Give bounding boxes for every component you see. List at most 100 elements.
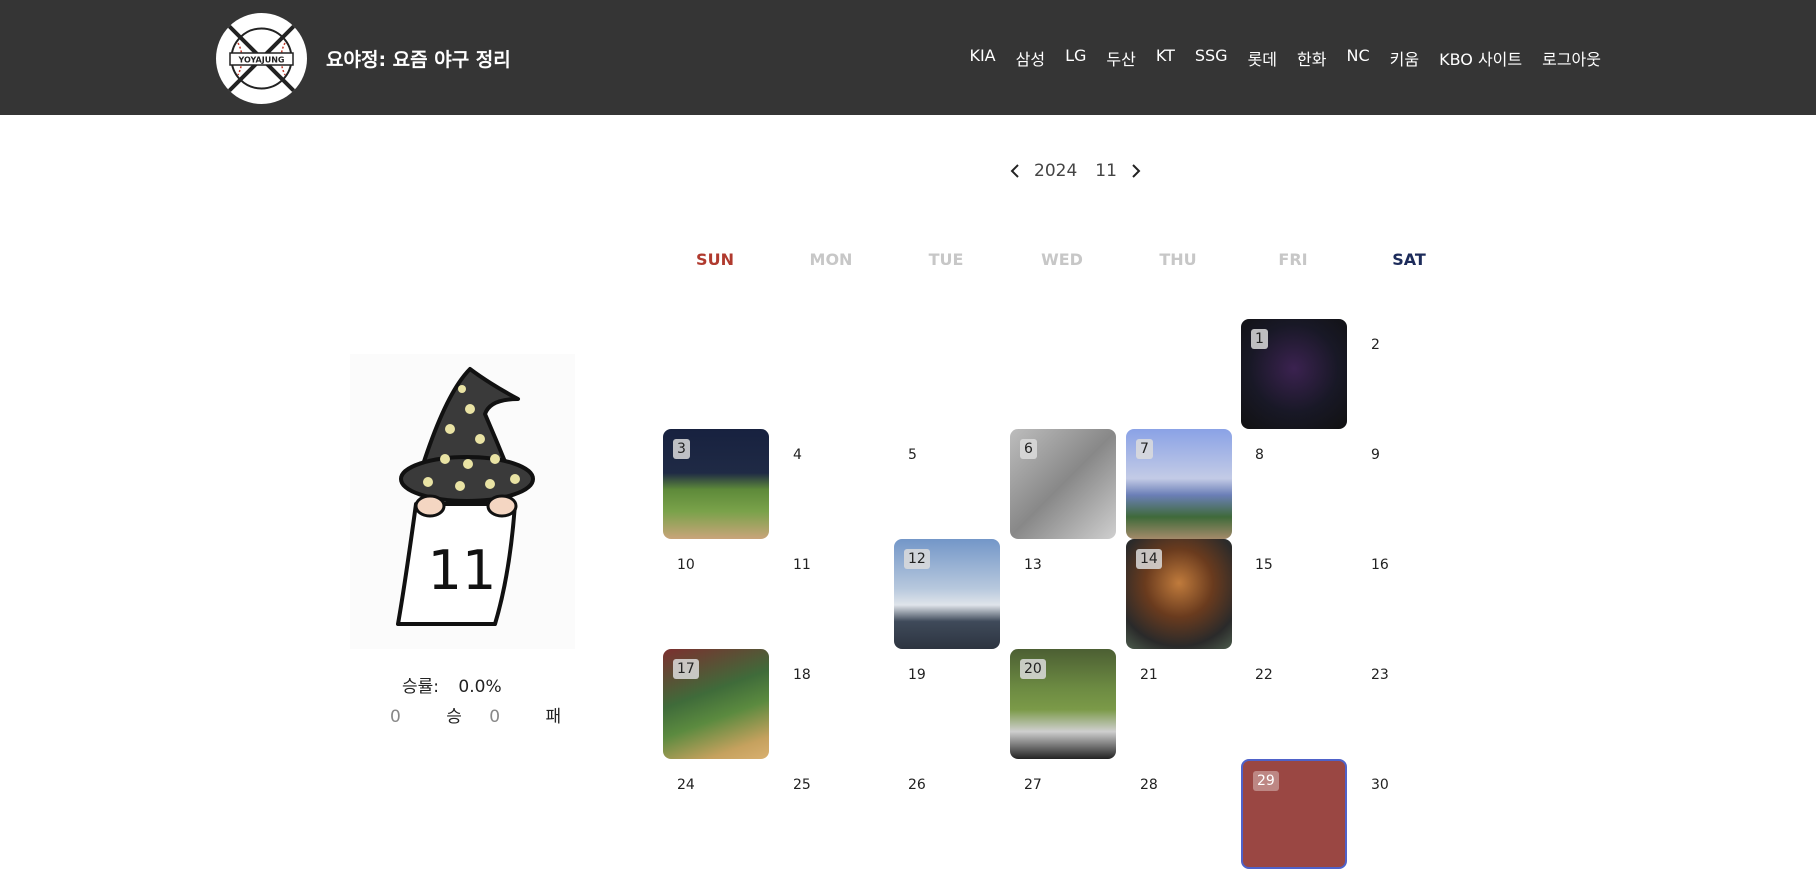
day-number: 19 [908, 667, 926, 683]
calendar-day[interactable]: 21 [1126, 649, 1232, 759]
nav-doosan[interactable]: 두산 [1106, 46, 1135, 70]
day-number: 15 [1255, 557, 1273, 573]
weekday-sat: SAT [1392, 250, 1426, 269]
next-month-button[interactable] [1125, 158, 1147, 184]
calendar-day[interactable]: 10 [663, 539, 769, 649]
nav-logout[interactable]: 로그아웃 [1542, 46, 1601, 70]
day-number: 11 [793, 557, 811, 573]
logo-wordmark: YOYAJUNG [238, 56, 285, 65]
losses-label: 패 [545, 707, 562, 727]
day-number: 8 [1255, 447, 1264, 463]
calendar-day[interactable]: 18 [779, 649, 885, 759]
day-number: 28 [1140, 777, 1158, 793]
record-row: 0 승 0 패 [390, 702, 561, 727]
calendar-day[interactable]: 15 [1241, 539, 1347, 649]
calendar-day[interactable]: 13 [1010, 539, 1116, 649]
calendar-day-photo[interactable]: 3 [663, 429, 769, 539]
nav-samsung[interactable]: 삼성 [1016, 46, 1045, 70]
calendar-day-photo[interactable]: 20 [1010, 649, 1116, 759]
day-number: 10 [677, 557, 695, 573]
wizard-mascot-illustration: 11 [396, 367, 535, 626]
day-number: 4 [793, 447, 802, 463]
day-number: 9 [1371, 447, 1380, 463]
calendar-day[interactable]: 26 [894, 759, 1000, 869]
calendar-day[interactable]: 24 [663, 759, 769, 869]
calendar-day[interactable]: 11 [779, 539, 885, 649]
calendar-day[interactable]: 22 [1241, 649, 1347, 759]
day-number: 14 [1136, 549, 1162, 569]
win-rate-label: 승률: [402, 677, 440, 697]
calendar-day[interactable]: 30 [1357, 759, 1463, 869]
day-number: 26 [908, 777, 926, 793]
day-number: 24 [677, 777, 695, 793]
nav-kt[interactable]: KT [1156, 46, 1175, 70]
weekday-tue: TUE [928, 250, 964, 269]
weekday-mon: MON [809, 250, 853, 269]
nav-nc[interactable]: NC [1346, 46, 1369, 70]
win-rate-value: 0.0% [458, 677, 502, 697]
day-number: 18 [793, 667, 811, 683]
calendar-day-photo[interactable]: 1 [1241, 319, 1347, 429]
losses-count: 0 [489, 707, 501, 727]
calendar-day[interactable]: 16 [1357, 539, 1463, 649]
baseball-logo-icon: YOYAJUNG [228, 25, 295, 92]
prev-month-button[interactable] [1004, 158, 1026, 184]
chevron-right-icon [1132, 164, 1141, 178]
calendar-day-photo[interactable]: 14 [1126, 539, 1232, 649]
weekday-fri: FRI [1278, 250, 1308, 269]
current-year: 2024 [1034, 161, 1078, 181]
weekday-sun: SUN [696, 250, 734, 269]
day-number: 27 [1024, 777, 1042, 793]
weekday-thu: THU [1159, 250, 1197, 269]
mascot-month-number: 11 [428, 539, 497, 602]
current-month: 11 [1095, 161, 1117, 181]
day-number: 16 [1371, 557, 1389, 573]
nav-ssg[interactable]: SSG [1195, 46, 1228, 70]
calendar-day-today[interactable]: 29 [1241, 759, 1347, 869]
calendar-day[interactable]: 4 [779, 429, 885, 539]
site-logo[interactable]: YOYAJUNG [216, 13, 307, 104]
day-number: 7 [1136, 439, 1153, 459]
nav-kia[interactable]: KIA [969, 46, 995, 70]
calendar-day[interactable]: 27 [1010, 759, 1116, 869]
day-number: 17 [673, 659, 699, 679]
calendar-day-photo[interactable]: 12 [894, 539, 1000, 649]
win-rate-row: 승률: 0.0% [402, 672, 502, 697]
monthly-mascot-card: 11 [350, 354, 575, 649]
day-number: 23 [1371, 667, 1389, 683]
calendar-day[interactable]: 5 [894, 429, 1000, 539]
day-number: 20 [1020, 659, 1046, 679]
day-number: 29 [1253, 771, 1279, 791]
calendar-day-photo[interactable]: 6 [1010, 429, 1116, 539]
day-number: 21 [1140, 667, 1158, 683]
calendar-day[interactable]: 8 [1241, 429, 1347, 539]
day-number: 6 [1020, 439, 1037, 459]
month-navigator: 2024 11 [1004, 158, 1147, 184]
day-number: 5 [908, 447, 917, 463]
calendar-day[interactable]: 2 [1357, 319, 1463, 429]
site-title[interactable]: 요야정: 요즘 야구 정리 [326, 45, 511, 72]
chevron-left-icon [1010, 164, 1019, 178]
nav-hanwha[interactable]: 한화 [1297, 46, 1326, 70]
day-number: 30 [1371, 777, 1389, 793]
calendar-day[interactable]: 25 [779, 759, 885, 869]
day-number: 13 [1024, 557, 1042, 573]
nav-kiwoom[interactable]: 키움 [1390, 46, 1419, 70]
calendar-day-photo[interactable]: 7 [1126, 429, 1232, 539]
wins-label: 승 [446, 707, 462, 727]
wins-count: 0 [390, 707, 401, 727]
nav-kbo-site[interactable]: KBO 사이트 [1439, 46, 1522, 70]
calendar-day[interactable]: 9 [1357, 429, 1463, 539]
calendar-day[interactable]: 23 [1357, 649, 1463, 759]
day-number: 3 [673, 439, 690, 459]
nav-lotte[interactable]: 롯데 [1248, 46, 1277, 70]
day-number: 22 [1255, 667, 1273, 683]
calendar-day-photo[interactable]: 17 [663, 649, 769, 759]
calendar-day[interactable]: 19 [894, 649, 1000, 759]
top-navigation-bar: YOYAJUNG 요야정: 요즘 야구 정리 KIA 삼성 LG 두산 KT S… [0, 0, 1816, 115]
day-number: 25 [793, 777, 811, 793]
weekday-wed: WED [1041, 250, 1083, 269]
day-number: 12 [904, 549, 930, 569]
calendar-day[interactable]: 28 [1126, 759, 1232, 869]
nav-lg[interactable]: LG [1065, 46, 1086, 70]
